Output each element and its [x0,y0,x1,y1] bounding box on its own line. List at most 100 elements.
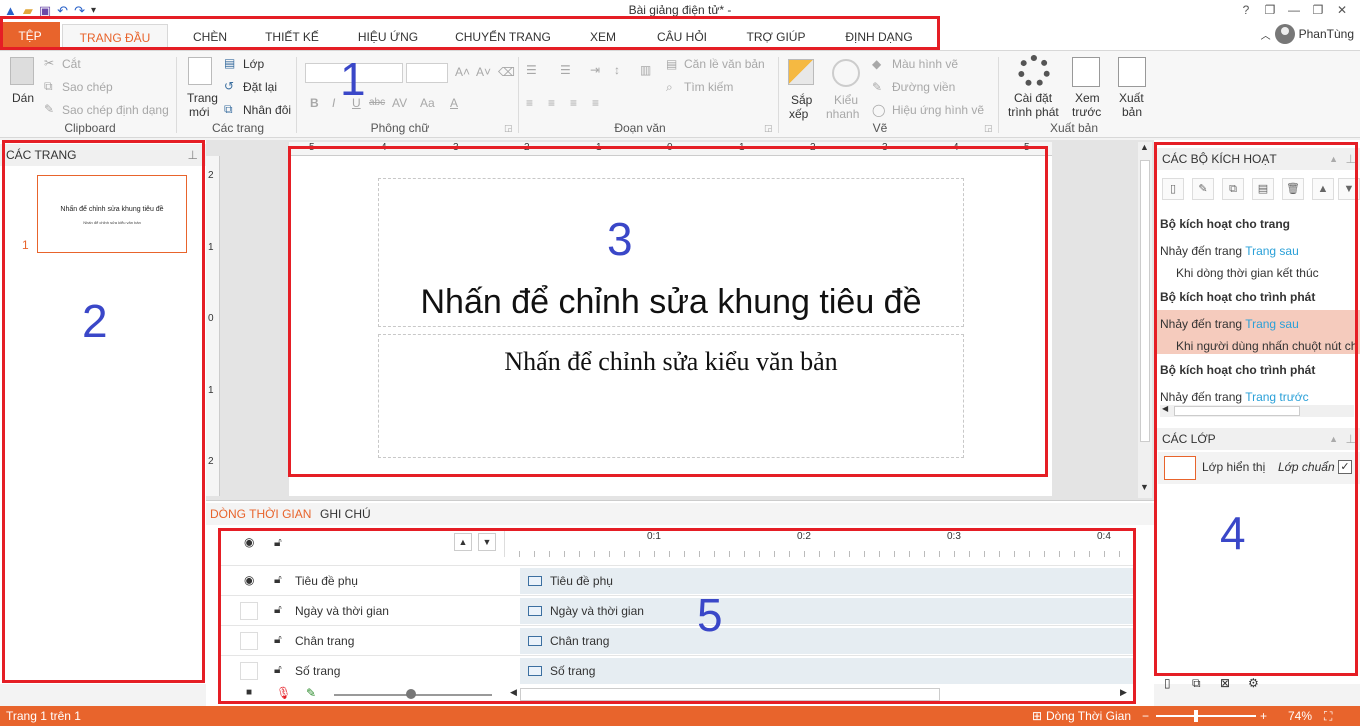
scroll-left-icon[interactable]: ◀ [510,687,517,698]
new-page-button[interactable]: Trang [187,91,218,105]
stop-icon[interactable]: ■ [246,687,252,698]
move-up-icon[interactable]: ▲ [454,533,472,551]
tab-questions[interactable]: CÂU HỎI [648,24,716,50]
line-spacing-icon[interactable]: ↕ [614,63,620,77]
collapse-icon[interactable]: ▲ [1329,148,1338,170]
paste-icon[interactable] [10,57,34,85]
shape-fill-button[interactable]: Màu hình vẽ [892,57,958,71]
tab-view[interactable]: XEM [580,24,626,50]
find-button[interactable]: Tìm kiếm [684,80,733,94]
spacing-icon[interactable]: AV [392,96,407,110]
timeline-bar[interactable]: Chân trang [520,628,1136,654]
duplicate-button[interactable]: Nhân đôi [243,103,291,117]
new-trigger-icon[interactable]: ▯ [1162,178,1184,200]
font-color-icon[interactable]: A [450,96,458,110]
timeline-hscroll-thumb[interactable] [520,688,940,701]
numbering-icon[interactable]: ☰ [560,63,571,77]
subtitle-placeholder[interactable]: Nhấn để chỉnh sửa kiểu văn bản [378,334,964,458]
unlock-icon[interactable]: 🔓︎ [274,632,282,647]
scroll-down-icon[interactable]: ▼ [1140,482,1149,492]
timeline-row[interactable]: ◉ 🔓︎ Tiêu đề phụ Tiêu đề phụ [220,565,1136,595]
quick-styles-button-line2[interactable]: nhanh [826,107,859,121]
tab-animations[interactable]: HIỆU ỨNG [348,24,428,50]
reset-button[interactable]: Đặt lại [243,80,277,94]
eye-icon[interactable]: ◉ [244,535,254,549]
zoom-in-icon[interactable]: + [1260,706,1267,726]
trigger-target-link[interactable]: Trang sau [1245,244,1299,258]
unlock-icon[interactable]: 🔓︎ [274,572,282,587]
pin-icon[interactable]: ⊥ [188,144,198,166]
publish-icon[interactable] [1118,57,1146,87]
edit-trigger-icon[interactable]: ✎ [1192,178,1214,200]
shrink-font-icon[interactable]: A˅ [476,65,491,79]
tab-help[interactable]: TRỢ GIÚP [740,24,812,50]
slide[interactable]: Nhấn để chỉnh sửa khung tiêu đề Nhấn để … [289,156,1052,496]
publish-button-line2[interactable]: bản [1122,105,1142,119]
delete-trigger-icon[interactable]: 🗑︎ [1282,178,1304,200]
align-center-icon[interactable]: ≡ [548,96,555,110]
pen-icon[interactable]: ✎ [306,686,316,700]
maximize-icon[interactable]: ❐ [1306,0,1330,20]
gear-icon[interactable] [1018,55,1050,87]
pin-icon[interactable]: ⊥ [1346,148,1356,170]
duplicate-layer-icon[interactable]: ⧉ [1192,676,1201,691]
shape-outline-button[interactable]: Đường viền [892,80,955,94]
paragraph-dialog-launcher-icon[interactable]: ◲ [764,123,773,134]
trigger-target-link[interactable]: Trang sau [1245,317,1299,331]
zoom-out-icon[interactable]: − [1142,706,1149,726]
triggers-hscroll[interactable]: ◀ [1160,404,1354,417]
visibility-checkbox[interactable] [240,632,258,650]
layer-button[interactable]: Lớp [243,57,264,71]
arrange-icon[interactable] [788,59,814,85]
justify-icon[interactable]: ≡ [592,96,599,110]
new-layer-icon[interactable]: ▯ [1164,676,1171,690]
timeline-bar[interactable]: Tiêu đề phụ [520,568,1136,594]
tab-format[interactable]: ĐỊNH DẠNG [834,24,924,50]
paste-trigger-icon[interactable]: ▤ [1252,178,1274,200]
trigger-item[interactable]: Nhảy đến trang Trang sau [1160,317,1299,331]
grow-font-icon[interactable]: A˄ [455,65,470,79]
arrange-button-line2[interactable]: xếp [789,107,808,121]
tab-design[interactable]: THIẾT KẾ [256,24,328,50]
align-text-button[interactable]: Căn lề văn bản [684,57,765,71]
scroll-right-icon[interactable]: ▶ [1120,687,1127,698]
timeline-toggle[interactable]: Dòng Thời Gian [1046,706,1131,726]
arrange-button[interactable]: Sắp [791,93,812,107]
scroll-left-icon[interactable]: ◀ [1162,404,1168,413]
quick-styles-button[interactable]: Kiểu [834,93,858,107]
move-trigger-down-icon[interactable]: ▼ [1338,178,1360,200]
zoom-slider[interactable] [1156,715,1256,717]
slide-thumbnail[interactable]: Nhấn để chỉnh sửa khung tiêu đề Nhấn để … [37,175,187,253]
timeline-row[interactable]: 🔓︎ Chân trang Chân trang [220,625,1136,655]
columns-icon[interactable]: ▥ [640,63,651,77]
minimize-icon[interactable]: — [1282,0,1306,20]
unlock-icon[interactable]: 🔓︎ [274,602,282,617]
format-painter-button[interactable]: Sao chép định dạng [62,103,169,117]
delete-layer-icon[interactable]: ⊠ [1220,676,1230,690]
align-right-icon[interactable]: ≡ [570,96,577,110]
unlock-icon[interactable]: 🔓︎ [274,662,282,677]
triggers-hscroll-thumb[interactable] [1174,406,1300,416]
tab-timeline[interactable]: DÒNG THỜI GIAN [210,507,311,521]
align-left-icon[interactable]: ≡ [526,96,533,110]
publish-button[interactable]: Xuất [1119,91,1144,105]
user-account[interactable]: ︿ PhanTùng [1261,24,1354,44]
tab-insert[interactable]: CHÈN [180,24,240,50]
visibility-checkbox[interactable] [240,662,258,680]
preview-button[interactable]: Xem [1075,91,1100,105]
indent-icon[interactable]: ⇥ [590,63,600,77]
visibility-checkbox[interactable] [240,602,258,620]
visible-eye-icon[interactable]: ◉ [244,573,254,587]
timeline-row[interactable]: 🔓︎ Số trang Số trang [220,655,1136,685]
clear-format-icon[interactable]: ⌫ [498,65,515,79]
paste-button[interactable]: Dán [12,91,34,105]
player-settings-button-line2[interactable]: trình phát [1008,105,1059,119]
help-icon[interactable]: ? [1234,0,1258,20]
chevron-up-icon[interactable]: ︿ [1261,27,1271,42]
scroll-up-icon[interactable]: ▲ [1140,142,1149,152]
strikethrough-icon[interactable]: abc [369,97,385,108]
zoom-slider-thumb[interactable] [406,689,416,699]
microphone-icon[interactable]: 🎙︎ [276,686,291,700]
timeline-bar[interactable]: Ngày và thời gian [520,598,1136,624]
tab-file[interactable]: TỆP [0,22,60,50]
